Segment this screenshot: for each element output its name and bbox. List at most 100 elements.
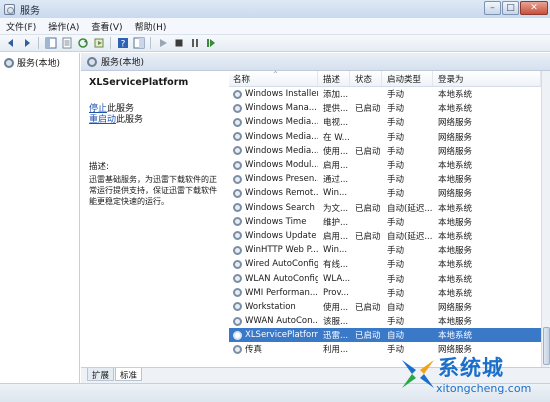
refresh-icon[interactable] [76,37,89,50]
service-gear-icon [233,103,242,113]
menu-view[interactable]: 查看(V) [85,20,128,33]
cell-startup-type: 手动 [387,246,405,257]
table-row[interactable]: Windows Media... 使用... 已启动 手动 网络服务 [229,144,541,158]
cell-description: Prov... [323,287,349,298]
table-row[interactable]: Windows Time 维护... 手动 本地服务 [229,215,541,229]
table-row[interactable]: XLServicePlatform 迅雷... 已启动 自动 本地系统 [229,328,541,343]
table-row[interactable]: WinHTTP Web P... Win... 手动 本地服务 [229,243,541,257]
cell-log-on-as: 本地系统 [438,274,473,285]
service-name-text: XLServicePlatform [245,330,318,341]
column-header-log-on-as[interactable]: 登录为 [433,71,541,86]
service-gear-icon [233,259,242,269]
cell-startup-type: 手动 [387,90,405,101]
stop-service-suffix: 此服务 [107,104,135,114]
service-name-text: WinHTTP Web P... [245,245,318,256]
maximize-button[interactable]: □ [502,1,519,15]
service-gear-icon [233,231,242,241]
service-name-text: Windows Presen... [245,174,318,185]
table-header: ^ 名称 描述 状态 启动类型 登录为 [229,71,541,87]
minimize-button[interactable]: – [484,1,501,15]
restart-service-link[interactable]: 重启动 [89,115,116,126]
service-gear-icon [233,344,242,354]
cell-log-on-as: 本地系统 [438,288,473,299]
cell-startup-type: 自动(延迟... [387,231,433,242]
table-row[interactable]: WLAN AutoConfig WLA... 手动 本地系统 [229,271,541,285]
column-header-startup-type[interactable]: 启动类型 [382,71,433,86]
column-header-status[interactable]: 状态 [350,71,382,86]
service-name-text: Windows Installer [245,89,318,100]
view-pane-icon[interactable] [132,37,145,50]
table-row[interactable]: Windows Search 为文... 已启动 自动(延迟... 本地系统 [229,201,541,215]
menu-file[interactable]: 文件(F) [0,20,42,33]
forward-arrow-icon[interactable] [20,37,33,50]
cell-description: 为文... [323,203,349,214]
table-row[interactable]: WMI Performan... Prov... 手动 本地系统 [229,286,541,300]
restart-service-row: 重启动此服务 [89,115,220,126]
tree-item-services-local[interactable]: 服务(本地) [0,53,79,72]
toolbar-separator [150,37,151,49]
service-gear-icon [233,132,242,142]
title-bar: 服务 – □ ✕ [0,0,550,18]
cell-log-on-as: 本地服务 [438,175,473,186]
table-row[interactable]: Windows Modul... 启用... 手动 本地系统 [229,158,541,172]
tab-standard[interactable]: 标准 [115,368,143,381]
restart-service-icon[interactable] [204,37,217,50]
menu-action[interactable]: 操作(A) [42,20,85,33]
close-button[interactable]: ✕ [520,1,548,15]
cell-startup-type: 手动 [387,288,405,299]
cell-status: 已启动 [355,331,381,342]
start-service-icon[interactable] [156,37,169,50]
table-row[interactable]: WWAN AutoCon... 该服... 手动 本地服务 [229,314,541,328]
panel-header-label: 服务(本地) [101,58,145,68]
cell-name: Windows Media... [229,146,318,156]
export-list-icon[interactable] [92,37,105,50]
table-row[interactable]: Windows Presen... 通过... 手动 本地服务 [229,172,541,186]
cell-name: WMI Performan... [229,288,318,298]
cell-description: 迅雷... [323,331,349,342]
cell-description: 使用... [323,302,349,313]
cell-description: Win... [323,188,348,199]
cell-name: WWAN AutoCon... [229,316,318,326]
cell-status: 已启动 [355,302,381,313]
stop-service-icon[interactable] [172,37,185,50]
pause-service-icon[interactable] [188,37,201,50]
cell-name: Wired AutoConfig [229,259,318,269]
cell-startup-type: 手动 [387,274,405,285]
table-row[interactable]: Workstation 使用... 已启动 自动 网络服务 [229,300,541,314]
watermark-url: xitongcheng.com [436,382,532,395]
window-controls: – □ ✕ [484,1,548,15]
cell-status: 已启动 [355,231,381,242]
service-gear-icon [233,330,242,340]
service-name-text: Windows Media... [245,117,318,128]
service-name-text: Wired AutoConfig [245,259,318,270]
help-icon[interactable]: ? [116,37,129,50]
table-row[interactable]: Windows Mana... 提供... 已启动 手动 本地系统 [229,101,541,115]
toolbar: ? [0,35,550,52]
table-row[interactable]: Windows Installer 添加... 手动 本地系统 [229,87,541,101]
cell-log-on-as: 本地服务 [438,317,473,328]
cell-log-on-as: 本地系统 [438,90,473,101]
cell-status: 已启动 [355,203,381,214]
table-row[interactable]: Wired AutoConfig 有线... 手动 本地系统 [229,257,541,271]
back-arrow-icon[interactable] [4,37,17,50]
service-gear-icon [233,117,242,127]
table-row[interactable]: Windows Media... 电视... 手动 网络服务 [229,115,541,129]
table-row[interactable]: Windows Remot... Win... 手动 网络服务 [229,186,541,200]
table-row[interactable]: Windows Media... 在 W... 手动 网络服务 [229,130,541,144]
cell-startup-type: 手动 [387,146,405,157]
tab-extended[interactable]: 扩展 [87,368,115,381]
cell-log-on-as: 本地系统 [438,104,473,115]
menu-help[interactable]: 帮助(H) [129,20,173,33]
cell-name: WLAN AutoConfig [229,274,318,284]
vertical-scrollbar[interactable] [541,71,550,367]
tree-item-label: 服务(本地) [17,59,61,69]
service-gear-icon [233,274,242,284]
service-name-text: Windows Modul... [245,160,318,171]
console-tree-icon[interactable] [44,37,57,50]
properties-icon[interactable] [60,37,73,50]
cell-name: XLServicePlatform [229,330,318,340]
table-row[interactable]: Windows Update 启用... 已启动 自动(延迟... 本地系统 [229,229,541,243]
column-header-description[interactable]: 描述 [318,71,350,86]
service-gear-icon [233,203,242,213]
stop-service-link[interactable]: 停止 [89,104,107,115]
